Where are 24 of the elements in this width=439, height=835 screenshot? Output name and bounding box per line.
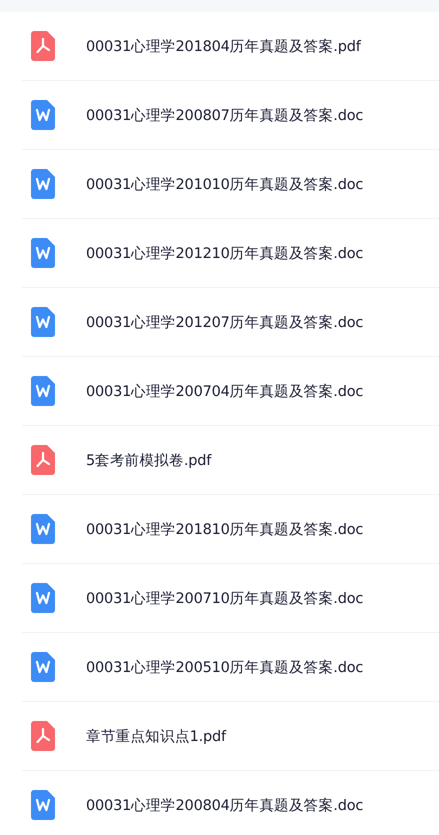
- word-file-icon: [31, 652, 55, 682]
- file-name[interactable]: 章节重点知识点1.pdf: [86, 726, 226, 746]
- file-name[interactable]: 00031心理学200510历年真题及答案.doc: [86, 658, 364, 676]
- file-name[interactable]: 00031心理学200804历年真题及答案.doc: [86, 796, 364, 814]
- file-name[interactable]: 00031心理学200704历年真题及答案.doc: [86, 382, 364, 400]
- file-name[interactable]: 00031心理学201810历年真题及答案.doc: [86, 520, 364, 538]
- word-file-icon: [31, 307, 55, 337]
- pdf-file-icon: [31, 445, 55, 475]
- file-name[interactable]: 00031心理学201804历年真题及答案.pdf: [86, 36, 361, 56]
- word-file-icon: [31, 790, 55, 820]
- word-file-icon: [31, 169, 55, 199]
- file-name[interactable]: 5套考前模拟卷.pdf: [86, 450, 212, 470]
- word-file-icon: [31, 100, 55, 130]
- word-file-icon: [31, 583, 55, 613]
- file-name[interactable]: 00031心理学201207历年真题及答案.doc: [86, 312, 364, 332]
- file-name[interactable]: 00031心理学201010历年真题及答案.doc: [86, 174, 364, 194]
- word-file-icon: [31, 238, 55, 268]
- pdf-file-icon: [31, 31, 55, 61]
- word-file-icon: [31, 514, 55, 544]
- file-name[interactable]: 00031心理学201210历年真题及答案.doc: [86, 244, 364, 262]
- file-name[interactable]: 00031心理学200710历年真题及答案.doc: [86, 588, 364, 608]
- word-file-icon: [31, 376, 55, 406]
- pdf-file-icon: [31, 721, 55, 751]
- file-name[interactable]: 00031心理学200807历年真题及答案.doc: [86, 106, 364, 124]
